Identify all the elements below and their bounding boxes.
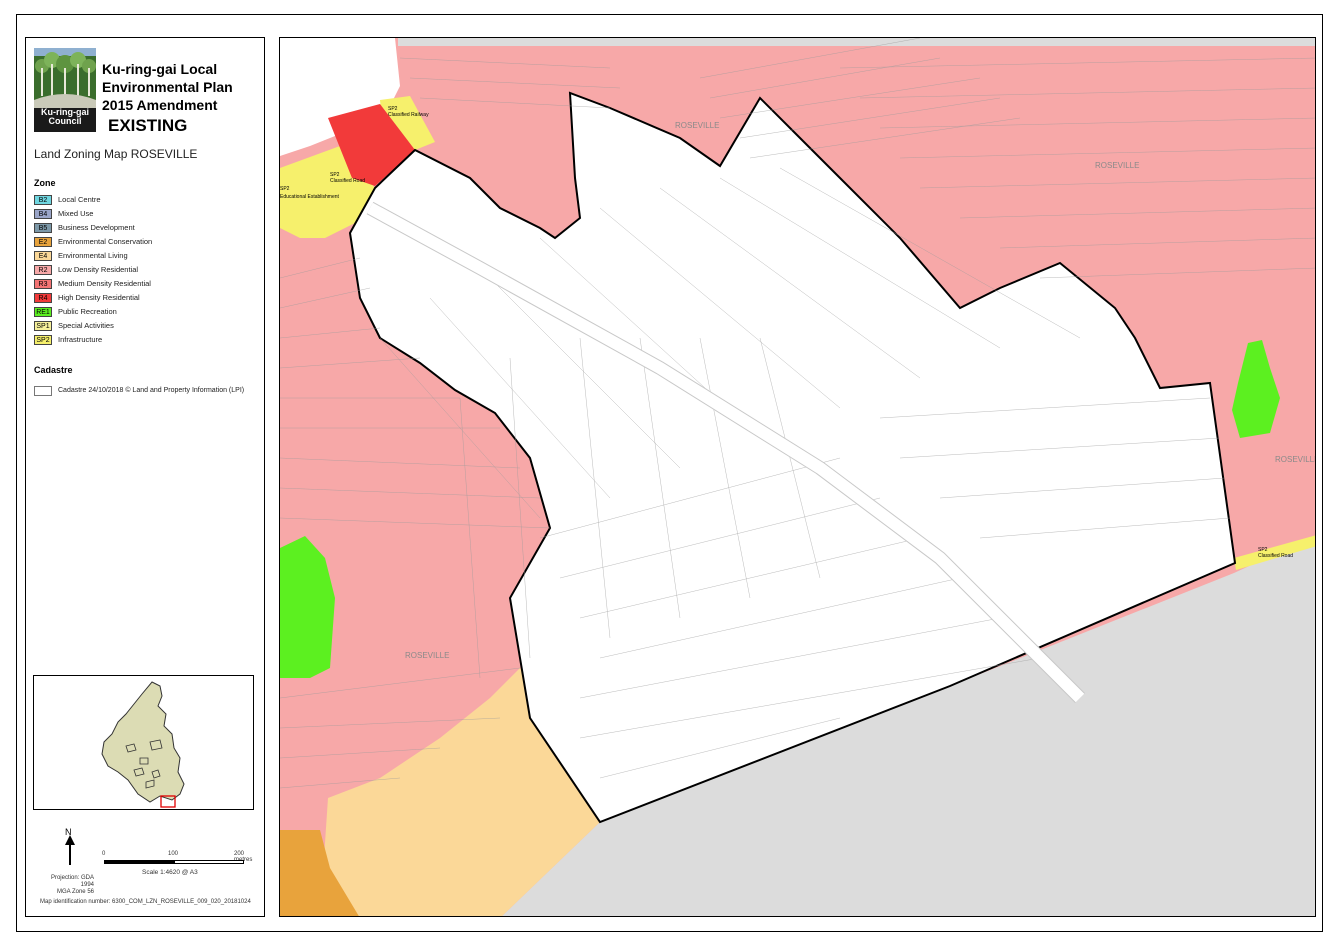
legend-label-e2: Environmental Conservation [58, 237, 153, 246]
legend-label-sp1: Special Activities [58, 321, 114, 330]
legend-swatch-sp1: SP1 [34, 321, 52, 331]
status-label: EXISTING [108, 116, 188, 135]
legend-swatch-r2: R2 [34, 265, 52, 275]
legend-label-re1: Public Recreation [58, 307, 117, 316]
legend-swatch-r3: R3 [34, 279, 52, 289]
legend-swatch-r4: R4 [34, 293, 52, 303]
sp2-label-rail: Classified Railway [388, 112, 429, 118]
legend-label-sp2: Infrastructure [58, 335, 103, 344]
scale-bar-graphic [104, 860, 244, 864]
locator-map [33, 675, 254, 810]
legend-swatch-b2: B2 [34, 195, 52, 205]
scale-text: Scale 1:4620 @ A3 [142, 869, 198, 876]
legend-label-b5: Business Development [58, 223, 135, 232]
logo-text: Ku-ring-gai Council [41, 107, 89, 126]
legend-label-b2: Local Centre [58, 195, 101, 204]
legend-swatch-sp2: SP2 [34, 335, 52, 345]
sp2-label-edu: Educational Establishment [280, 194, 340, 200]
legend-swatch-e2: E2 [34, 237, 52, 247]
legend-label-r4: High Density Residential [58, 293, 140, 302]
suburb-label-2: ROSEVILLE [1095, 161, 1139, 170]
legend-label-cadastre: Cadastre 24/10/2018 © Land and Property … [58, 387, 245, 394]
plan-title: Ku-ring-gai Local Environmental Plan 201… [102, 61, 233, 113]
north-arrow-icon: N [64, 827, 76, 867]
sp2-label-edu-code: SP2 [280, 186, 290, 192]
legend-panel: Ku-ring-gai Council Ku-ring-gai Local En… [25, 37, 265, 917]
zoning-map[interactable]: ROSEVILLE ROSEVILLE ROSEVILLE ROSEVILLE … [279, 37, 1316, 917]
cadastre-heading: Cadastre [34, 365, 73, 375]
council-logo: Ku-ring-gai Council [34, 48, 96, 132]
zone-heading: Zone [34, 178, 56, 188]
map-title: Land Zoning Map ROSEVILLE [34, 147, 198, 161]
projection-text: Projection: GDA 1994 MGA Zone 56 [50, 875, 94, 895]
legend-swatch-b5: B5 [34, 223, 52, 233]
suburb-label-4: ROSEVILLE [405, 651, 449, 660]
legend-swatch-cadastre [34, 386, 52, 396]
legend-label-r2: Low Density Residential [58, 265, 139, 274]
outside-lga-top [398, 38, 1315, 46]
scale-tick-100: 100 [168, 851, 179, 857]
suburb-label-1: ROSEVILLE [675, 121, 719, 130]
sp2-label-road: Classified Road [330, 178, 365, 184]
map-identification: Map identification number: 6300_COM_LZN_… [40, 899, 251, 905]
scale-bar: N Projection: GDA 1994 MGA Zone 56 0 100… [34, 823, 260, 895]
legend-swatch-b4: B4 [34, 209, 52, 219]
scale-tick-0: 0 [102, 851, 106, 857]
suburb-label-3: ROSEVILLE [1275, 455, 1316, 464]
legend-swatch-e4: E4 [34, 251, 52, 261]
legend-label-r3: Medium Density Residential [58, 279, 151, 288]
sp2-label-road-east: Classified Road [1258, 553, 1293, 559]
legend-label-b4: Mixed Use [58, 209, 94, 218]
legend-label-e4: Environmental Living [58, 251, 128, 260]
legend-swatch-re1: RE1 [34, 307, 52, 317]
zoning-map-canvas: ROSEVILLE ROSEVILLE ROSEVILLE ROSEVILLE … [280, 38, 1316, 916]
